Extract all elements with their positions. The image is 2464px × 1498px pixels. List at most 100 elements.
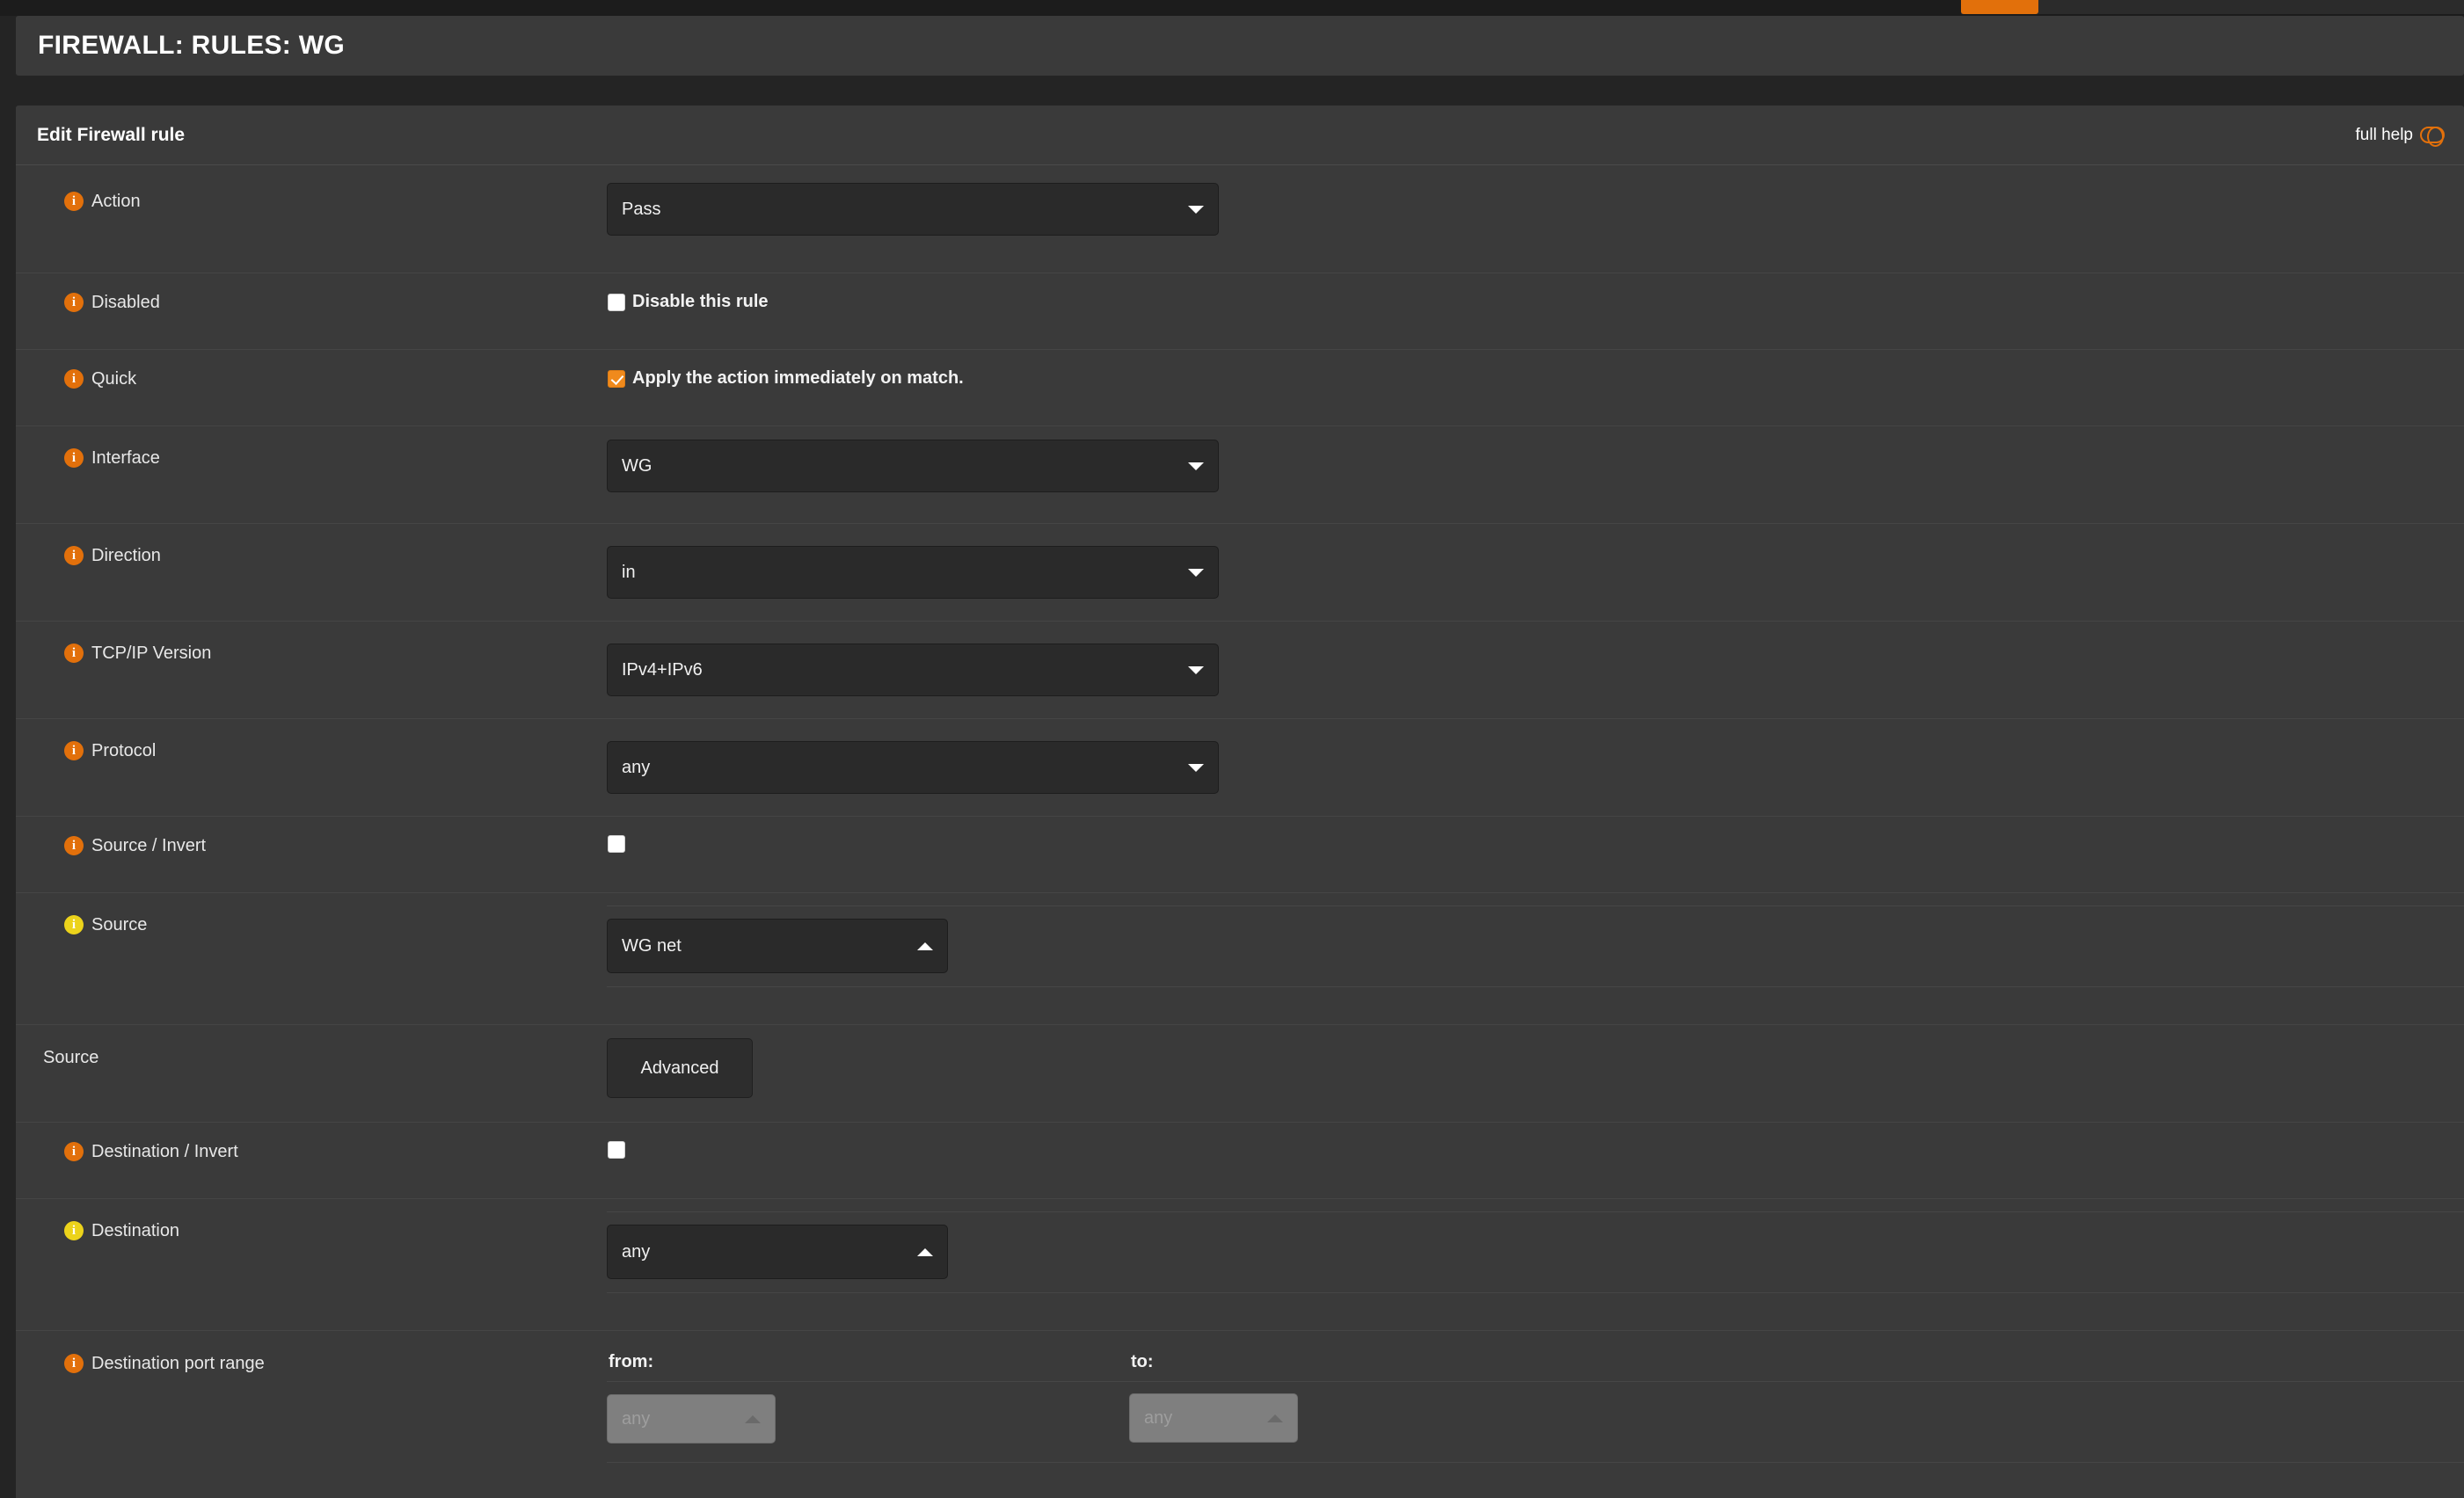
label-protocol-text: Protocol [91, 741, 157, 760]
chevron-down-icon [1188, 665, 1204, 674]
disable-rule-checkbox[interactable] [608, 293, 625, 311]
form-row-disabled: i Disabled Disable this rule [16, 273, 2464, 350]
label-action-text: Action [91, 192, 141, 211]
chevron-up-icon [917, 1247, 933, 1256]
panel-header: Edit Firewall rule full help [16, 105, 2464, 165]
field-interface: WG [607, 426, 2464, 492]
field-destination: any [607, 1199, 2464, 1293]
form-row-protocol: i Protocol any [16, 719, 2464, 817]
disable-rule-checkbox-row[interactable]: Disable this rule [608, 292, 769, 312]
label-source-text: Source [91, 915, 148, 934]
form-row-destination-port-range: i Destination port range from: any to: a… [16, 1331, 2464, 1472]
field-destination-invert [607, 1123, 2464, 1159]
form-row-tcpip-version: i TCP/IP Version IPv4+IPv6 [16, 622, 2464, 719]
label-quick: i Quick [16, 350, 607, 389]
port-to-select[interactable]: any [1129, 1393, 1298, 1443]
form-row-source-invert: i Source / Invert [16, 817, 2464, 893]
info-icon[interactable]: i [64, 191, 84, 211]
info-icon-yellow[interactable]: i [64, 914, 84, 934]
disable-rule-label[interactable]: Disable this rule [632, 292, 769, 312]
source-select-value: WG net [622, 935, 682, 956]
action-select[interactable]: Pass [607, 183, 1219, 236]
destination-invert-checkbox[interactable] [608, 1141, 625, 1159]
info-icon[interactable]: i [64, 292, 84, 312]
label-destination-port-range-text: Destination port range [91, 1354, 265, 1373]
browser-top-strip [0, 0, 2464, 16]
info-icon[interactable]: i [64, 740, 84, 760]
quick-checkbox-row[interactable]: Apply the action immediately on match. [608, 368, 964, 389]
field-disabled: Disable this rule [607, 273, 2464, 311]
tcpip-version-select[interactable]: IPv4+IPv6 [607, 644, 1219, 696]
destination-select-container: any [607, 1211, 2464, 1293]
info-icon[interactable]: i [64, 1353, 84, 1373]
protocol-select[interactable]: any [607, 741, 1219, 794]
protocol-select-value: any [622, 757, 651, 777]
chevron-down-icon [1188, 462, 1204, 470]
chevron-down-icon [1188, 568, 1204, 577]
form-row-direction: i Direction in [16, 524, 2464, 622]
label-disabled-text: Disabled [91, 293, 160, 312]
panel-heading: Edit Firewall rule [37, 124, 186, 145]
action-select-value: Pass [622, 199, 661, 219]
interface-select-value: WG [622, 455, 652, 476]
source-invert-checkbox-row[interactable] [608, 835, 625, 853]
form-row-destination: i Destination any [16, 1199, 2464, 1331]
field-direction: in [607, 524, 2464, 599]
port-from-select[interactable]: any [607, 1394, 776, 1443]
field-quick: Apply the action immediately on match. [607, 350, 2464, 388]
info-icon[interactable]: i [64, 1141, 84, 1161]
form-row-interface: i Interface WG [16, 426, 2464, 524]
form-row-quick: i Quick Apply the action immediately on … [16, 350, 2464, 426]
page-title-panel: FIREWALL: RULES: WG [16, 16, 2464, 76]
edit-firewall-rule-panel: Edit Firewall rule full help i Action Pa… [16, 105, 2464, 1498]
label-disabled: i Disabled [16, 273, 607, 313]
interface-select[interactable]: WG [607, 440, 1219, 492]
chevron-down-icon [1188, 763, 1204, 772]
info-icon[interactable]: i [64, 835, 84, 855]
field-source-advanced: Advanced [607, 1025, 2464, 1098]
direction-select[interactable]: in [607, 546, 1219, 599]
label-destination-text: Destination [91, 1221, 180, 1240]
label-interface: i Interface [16, 426, 607, 469]
full-help-toggle[interactable]: full help [2355, 125, 2445, 147]
source-invert-checkbox[interactable] [608, 835, 625, 853]
label-source-invert: i Source / Invert [16, 817, 607, 856]
info-icon[interactable]: i [64, 368, 84, 389]
label-quick-text: Quick [91, 369, 137, 389]
source-select-container: WG net [607, 905, 2464, 987]
active-browser-tab[interactable] [1961, 0, 2038, 14]
port-to-label: to: [1131, 1352, 1154, 1371]
toggle-off-icon[interactable] [2420, 127, 2445, 147]
port-from-select-value: any [622, 1408, 651, 1429]
info-icon[interactable]: i [64, 545, 84, 565]
port-from-select-container: any [607, 1381, 2464, 1463]
info-icon[interactable]: i [64, 447, 84, 468]
info-icon-yellow[interactable]: i [64, 1220, 84, 1240]
destination-invert-checkbox-row[interactable] [608, 1141, 625, 1159]
chevron-up-icon [1267, 1414, 1283, 1422]
field-source: WG net [607, 893, 2464, 987]
source-select[interactable]: WG net [607, 919, 948, 973]
label-source-advanced-text: Source [43, 1048, 99, 1067]
label-destination-port-range: i Destination port range [16, 1331, 607, 1374]
label-source-advanced: Source [16, 1025, 607, 1068]
label-destination-invert-text: Destination / Invert [91, 1142, 238, 1161]
label-interface-text: Interface [91, 448, 160, 468]
label-destination-invert: i Destination / Invert [16, 1123, 607, 1162]
label-tcpip-version: i TCP/IP Version [16, 622, 607, 664]
info-icon[interactable]: i [64, 643, 84, 663]
destination-select-value: any [622, 1241, 651, 1262]
quick-checkbox[interactable] [608, 369, 625, 388]
full-help-label: full help [2355, 125, 2414, 144]
form-row-destination-invert: i Destination / Invert [16, 1123, 2464, 1199]
chevron-down-icon [1188, 205, 1204, 214]
source-advanced-button[interactable]: Advanced [607, 1038, 753, 1098]
field-protocol: any [607, 719, 2464, 794]
label-destination: i Destination [16, 1199, 607, 1241]
label-protocol: i Protocol [16, 719, 607, 761]
destination-select[interactable]: any [607, 1225, 948, 1279]
port-from-label: from: [609, 1352, 654, 1371]
label-tcpip-version-text: TCP/IP Version [91, 644, 212, 663]
label-source: i Source [16, 893, 607, 935]
quick-label[interactable]: Apply the action immediately on match. [632, 368, 964, 389]
